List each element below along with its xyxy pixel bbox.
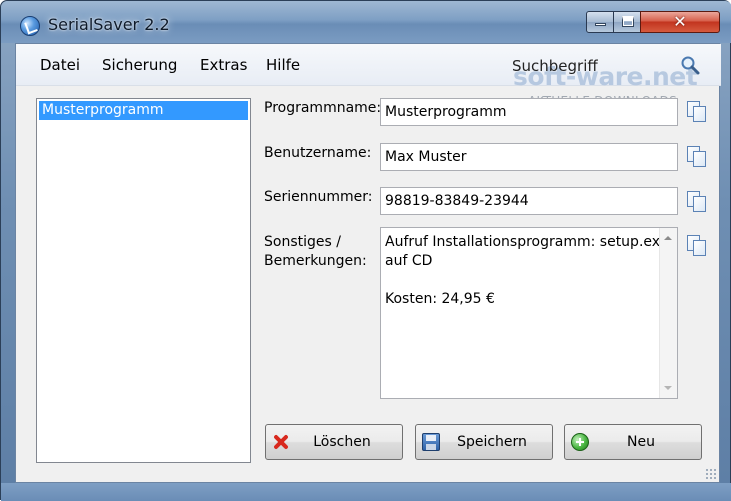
copy-icon: [693, 106, 706, 122]
copy-icon: [693, 196, 706, 212]
save-button[interactable]: Speichern: [415, 424, 553, 460]
notes-scrollbar[interactable]: [659, 228, 677, 398]
maximize-button[interactable]: [613, 11, 641, 33]
save-button-label: Speichern: [457, 434, 527, 450]
client-area: Datei Sicherung Extras Hilfe soft-ware.n…: [15, 43, 721, 483]
minimize-icon: [595, 23, 606, 26]
window-bottom-border: [1, 483, 731, 501]
new-button[interactable]: Neu: [564, 424, 702, 460]
copy-icon: [693, 240, 706, 256]
scroll-down-arrow-icon[interactable]: [664, 386, 672, 390]
copy-icon: [693, 151, 706, 167]
search-input[interactable]: Suchbegriff: [512, 52, 702, 78]
notes-line: Aufruf Installationsprogramm: setup.exe: [385, 234, 669, 250]
new-button-label: Neu: [627, 434, 655, 450]
resize-grip[interactable]: [705, 468, 717, 480]
menu-datei[interactable]: Datei: [40, 56, 80, 74]
copy-username-button[interactable]: [686, 145, 708, 169]
notes-line: Kosten: 24,95 €: [385, 291, 495, 307]
app-icon: [20, 16, 40, 36]
program-name-label: Programmname:: [264, 100, 382, 116]
copy-program-name-button[interactable]: [686, 100, 708, 124]
close-icon: ✕: [673, 12, 687, 31]
username-label: Benutzername:: [264, 145, 372, 161]
delete-button[interactable]: Löschen: [265, 424, 403, 460]
window-title: SerialSaver 2.2: [48, 15, 170, 34]
title-bar[interactable]: SerialSaver 2.2 ✕: [1, 1, 731, 43]
copy-serial-button[interactable]: [686, 190, 708, 214]
serial-field[interactable]: 98819-83849-23944: [380, 187, 678, 215]
notes-label-line1: Sonstiges /: [264, 234, 341, 250]
delete-button-label: Löschen: [313, 434, 371, 450]
username-field[interactable]: Max Muster: [380, 143, 678, 171]
window-frame: SerialSaver 2.2 ✕ Datei Sicherung Extras…: [0, 0, 731, 501]
minimize-button[interactable]: [586, 11, 614, 33]
menu-bar: Datei Sicherung Extras Hilfe soft-ware.n…: [16, 44, 721, 91]
notes-label-line2: Bemerkungen:: [264, 253, 367, 269]
serial-label: Seriennummer:: [264, 189, 373, 205]
menu-sicherung[interactable]: Sicherung: [102, 56, 177, 74]
menu-hilfe[interactable]: Hilfe: [266, 56, 300, 74]
copy-notes-button[interactable]: [686, 234, 708, 258]
notes-textarea[interactable]: Aufruf Installationsprogramm: setup.exe …: [380, 227, 678, 399]
search-icon[interactable]: [680, 55, 700, 75]
scroll-up-arrow-icon[interactable]: [664, 236, 672, 240]
list-item[interactable]: Musterprogramm: [39, 101, 248, 120]
close-button[interactable]: ✕: [640, 11, 720, 33]
program-name-field[interactable]: Musterprogramm: [380, 98, 678, 126]
menu-extras[interactable]: Extras: [200, 56, 247, 74]
notes-line: auf CD: [385, 253, 433, 269]
notes-line: [385, 271, 657, 290]
maximize-icon: [622, 16, 634, 27]
program-list[interactable]: Musterprogramm: [36, 98, 251, 463]
